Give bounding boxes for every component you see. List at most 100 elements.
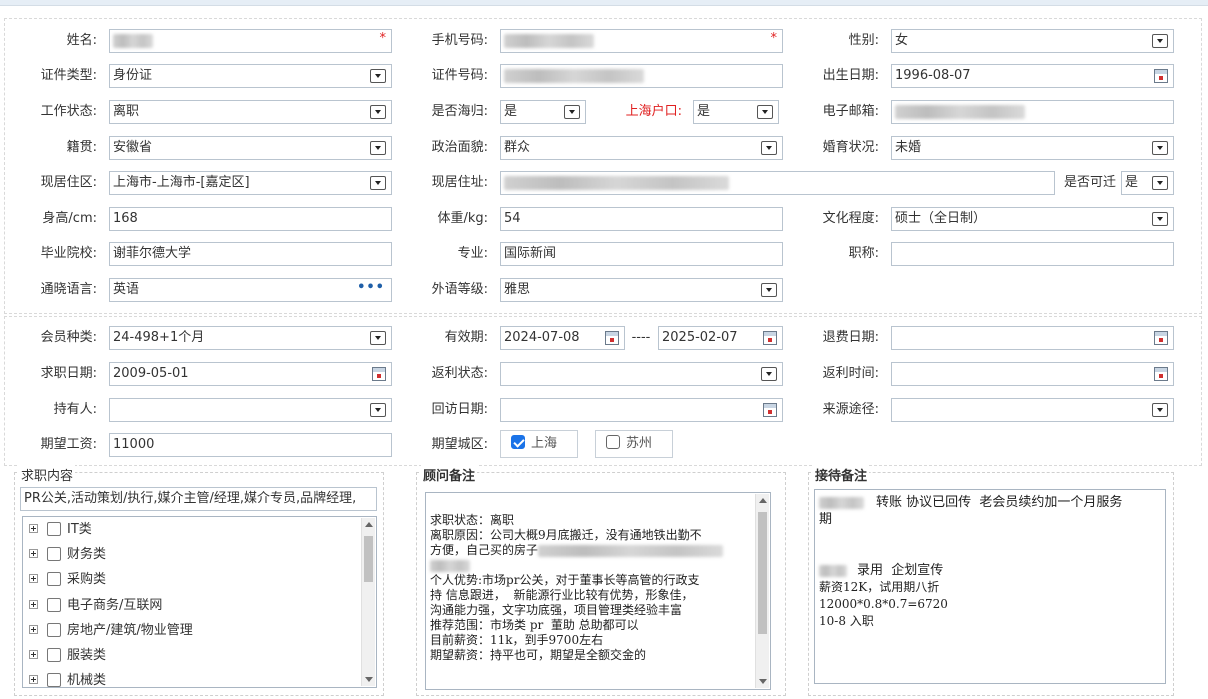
tree-item-label: 电子商务/互联网	[67, 598, 163, 613]
job-search-date-field[interactable]: 2009-05-01	[109, 362, 392, 386]
scroll-up-icon[interactable]	[759, 498, 767, 503]
mobile-field[interactable]: *	[500, 29, 783, 53]
scroll-down-icon[interactable]	[759, 679, 767, 684]
tree-item[interactable]: IT类	[29, 520, 92, 540]
rebate-time-field[interactable]	[891, 362, 1174, 386]
scroll-thumb[interactable]	[364, 536, 373, 582]
chevron-down-icon[interactable]	[370, 331, 386, 345]
chevron-down-icon[interactable]	[1152, 34, 1168, 48]
chevron-down-icon[interactable]	[370, 69, 386, 83]
checkbox-unchecked-icon[interactable]	[47, 522, 61, 536]
chevron-down-icon[interactable]	[761, 367, 777, 381]
expand-icon[interactable]	[29, 574, 38, 583]
calendar-icon[interactable]	[763, 403, 777, 417]
chevron-down-icon[interactable]	[1152, 141, 1168, 155]
valid-to-field[interactable]: 2025-02-07	[658, 326, 783, 350]
chevron-down-icon[interactable]	[370, 176, 386, 190]
shanghai-hukou-select[interactable]: 是	[693, 100, 779, 124]
scroll-up-icon[interactable]	[365, 522, 373, 527]
expand-icon[interactable]	[29, 524, 38, 533]
name-field[interactable]: *	[109, 29, 392, 53]
chevron-down-icon[interactable]	[1152, 403, 1168, 417]
major-field[interactable]: 国际新闻	[500, 242, 783, 266]
checkbox-unchecked-icon[interactable]	[47, 673, 61, 687]
chevron-down-icon[interactable]	[757, 105, 773, 119]
expected-salary-field[interactable]: 11000	[109, 433, 392, 457]
source-select[interactable]	[891, 398, 1174, 422]
title-field[interactable]	[891, 242, 1174, 266]
tree-item[interactable]: 采购类	[29, 570, 106, 590]
checkbox-checked-icon[interactable]	[511, 435, 525, 449]
calendar-icon[interactable]	[763, 331, 777, 345]
checkbox-unchecked-icon[interactable]	[47, 547, 61, 561]
work-status-select[interactable]: 离职	[109, 100, 392, 124]
checkbox-unchecked-icon[interactable]	[606, 435, 620, 449]
checkbox-unchecked-icon[interactable]	[47, 598, 61, 612]
foreign-level-select[interactable]: 雅思	[500, 278, 783, 302]
weight-field[interactable]: 54	[500, 207, 783, 231]
education-select[interactable]: 硕士（全日制）	[891, 207, 1174, 231]
relocate-value: 是	[1125, 175, 1139, 190]
tree-item[interactable]: 房地产/建筑/物业管理	[29, 621, 193, 641]
chevron-down-icon[interactable]	[1152, 176, 1168, 190]
chevron-down-icon[interactable]	[761, 141, 777, 155]
city-checkbox-shanghai[interactable]: 上海	[500, 430, 578, 458]
overseas-select[interactable]: 是	[500, 100, 586, 124]
rebate-status-select[interactable]	[500, 362, 783, 386]
calendar-icon[interactable]	[1154, 69, 1168, 83]
tree-item[interactable]: 机械类	[29, 671, 106, 687]
height-field[interactable]: 168	[109, 207, 392, 231]
tree-item[interactable]: 服装类	[29, 646, 106, 666]
checkbox-unchecked-icon[interactable]	[47, 572, 61, 586]
email-field[interactable]	[891, 100, 1174, 124]
marital-label: 婚育状况:	[822, 140, 879, 155]
id-number-field[interactable]	[500, 64, 783, 88]
checkbox-unchecked-icon[interactable]	[47, 648, 61, 662]
chevron-down-icon[interactable]	[761, 283, 777, 297]
native-place-select[interactable]: 安徽省	[109, 136, 392, 160]
marital-select[interactable]: 未婚	[891, 136, 1174, 160]
job-content-field[interactable]: PR公关,活动策划/执行,媒介主管/经理,媒介专员,品牌经理,	[20, 487, 377, 511]
refund-date-field[interactable]	[891, 326, 1174, 350]
calendar-icon[interactable]	[372, 367, 386, 381]
chevron-down-icon[interactable]	[370, 403, 386, 417]
residence-address-field[interactable]	[500, 171, 1055, 195]
reception-notes-textarea[interactable]: 转账 协议已回传 老会员续约加一个月服务期录用 企划宣传 薪资12K，试用期八折 1…	[814, 489, 1166, 684]
tree-scrollbar[interactable]	[361, 518, 375, 686]
scroll-thumb[interactable]	[758, 512, 767, 634]
expand-icon[interactable]	[29, 625, 38, 634]
chevron-down-icon[interactable]	[1152, 212, 1168, 226]
scroll-down-icon[interactable]	[365, 677, 373, 682]
checkbox-unchecked-icon[interactable]	[47, 623, 61, 637]
valid-from-field[interactable]: 2024-07-08	[500, 326, 625, 350]
calendar-icon[interactable]	[1154, 367, 1168, 381]
job-category-tree[interactable]: IT类 财务类 采购类 电子商务/互联网 房地产/建筑/物业管理 服装类 机械类	[22, 516, 377, 688]
visit-date-field[interactable]	[500, 398, 783, 422]
id-type-select[interactable]: 身份证	[109, 64, 392, 88]
advisor-notes-textarea[interactable]: 求职状态：离职 离职原因：公司大概9月底搬迁，没有通地铁出勤不 方便，自己买的房子个…	[425, 492, 771, 690]
foreign-level-value: 雅思	[504, 282, 531, 297]
holder-select[interactable]	[109, 398, 392, 422]
political-select[interactable]: 群众	[500, 136, 783, 160]
expand-icon[interactable]	[29, 650, 38, 659]
tree-item[interactable]: 电子商务/互联网	[29, 596, 162, 616]
advisor-scrollbar[interactable]	[755, 494, 769, 688]
member-type-select[interactable]: 24-498+1个月	[109, 326, 392, 350]
languages-field[interactable]: 英语 •••	[109, 278, 392, 302]
relocate-select[interactable]: 是	[1121, 171, 1174, 195]
tree-item[interactable]: 财务类	[29, 545, 106, 565]
more-options-icon[interactable]: •••	[357, 279, 385, 299]
expand-icon[interactable]	[29, 600, 38, 609]
school-field[interactable]: 谢菲尔德大学	[109, 242, 392, 266]
residence-area-select[interactable]: 上海市-上海市-[嘉定区]	[109, 171, 392, 195]
expand-icon[interactable]	[29, 549, 38, 558]
birth-date-field[interactable]: 1996-08-07	[891, 64, 1174, 88]
chevron-down-icon[interactable]	[370, 141, 386, 155]
expand-icon[interactable]	[29, 675, 38, 684]
gender-select[interactable]: 女	[891, 29, 1174, 53]
chevron-down-icon[interactable]	[564, 105, 580, 119]
calendar-icon[interactable]	[605, 331, 619, 345]
calendar-icon[interactable]	[1154, 331, 1168, 345]
city-checkbox-suzhou[interactable]: 苏州	[595, 430, 673, 458]
chevron-down-icon[interactable]	[370, 105, 386, 119]
